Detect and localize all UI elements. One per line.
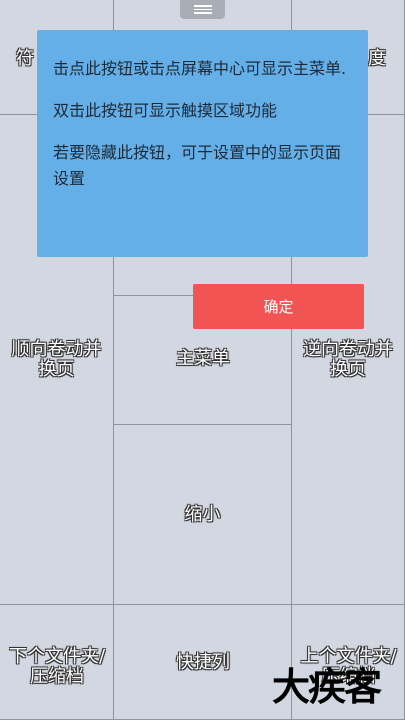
zone-main-menu-label: 主菜单: [176, 348, 230, 369]
zone-top-right-label: 度: [368, 48, 386, 69]
zone-shrink-label: 缩小: [184, 503, 221, 525]
zone-next-folder-label: 下个文件夹/ 压缩档: [8, 646, 106, 687]
tooltip-line-1: 击点此按钮或击点屏幕中心可显示主菜单.: [53, 59, 347, 78]
zone-scroll-backward-label: 逆向卷动并 换页: [303, 338, 393, 380]
menu-icon: [193, 5, 212, 14]
zone-shortcut-bar[interactable]: 快捷列: [114, 605, 292, 720]
zone-scroll-forward-label: 顺向卷动并 换页: [11, 338, 102, 380]
zone-shortcut-bar-label: 快捷列: [176, 652, 230, 673]
zone-shrink[interactable]: 缩小: [114, 425, 292, 605]
help-tooltip: 击点此按钮或击点屏幕中心可显示主菜单. 双击此按钮可显示触摸区域功能 若要隐藏此…: [37, 30, 368, 257]
zone-next-folder[interactable]: 下个文件夹/ 压缩档: [0, 605, 114, 720]
tooltip-line-2: 双击此按钮可显示触摸区域功能: [53, 101, 278, 120]
confirm-button[interactable]: 确定: [193, 284, 364, 329]
zone-top-left-label: 符: [16, 48, 34, 69]
menu-handle-button[interactable]: [180, 0, 225, 19]
tooltip-line-3: 若要隐藏此按钮，可于设置中的显示页面设置: [53, 143, 342, 188]
watermark-logo: 大疾客: [272, 665, 382, 709]
